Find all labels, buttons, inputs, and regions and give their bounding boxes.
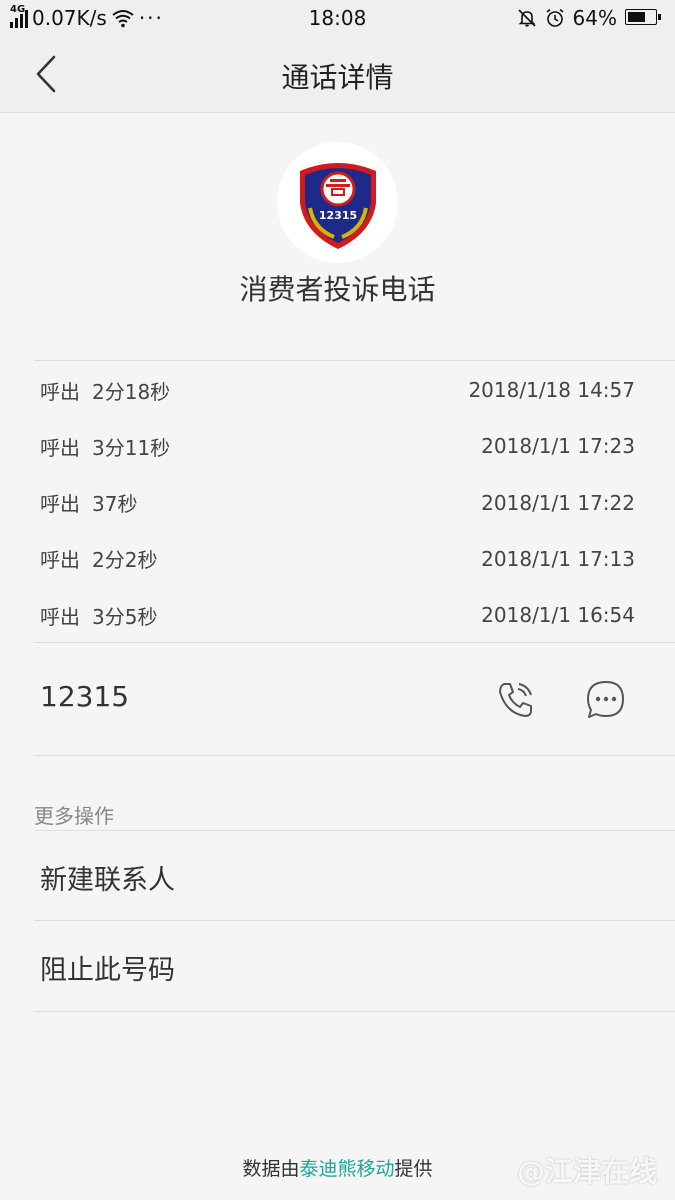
- page-title: 通话详情: [281, 61, 394, 94]
- provider-link[interactable]: 泰迪熊移动: [299, 1158, 394, 1180]
- call-info: 呼出 3分5秒: [40, 601, 157, 630]
- divider: [34, 830, 675, 831]
- call-duration: 3分11秒: [92, 435, 171, 460]
- call-log-row: 呼出 3分11秒 2018/1/1 17:23: [40, 426, 635, 466]
- status-right: 64%: [517, 6, 663, 30]
- call-type: 呼出: [40, 492, 80, 516]
- call-duration: 37秒: [92, 492, 138, 516]
- call-info: 呼出 2分2秒: [40, 544, 157, 573]
- call-type: 呼出: [40, 604, 80, 629]
- phone-icon: [499, 683, 532, 717]
- call-datetime: 2018/1/18 14:57: [468, 378, 635, 402]
- message-button[interactable]: [584, 678, 628, 722]
- call-datetime: 2018/1/1 17:22: [481, 490, 635, 515]
- badge-text: 12315: [318, 209, 356, 222]
- call-duration: 3分5秒: [92, 604, 158, 629]
- call-log-row: 呼出 2分18秒 2018/1/18 14:57: [40, 370, 635, 410]
- block-number-button[interactable]: 阻止此号码: [40, 948, 175, 987]
- call-type: 呼出: [40, 379, 80, 404]
- call-type: 呼出: [40, 548, 80, 573]
- section-title-more: 更多操作: [34, 804, 114, 828]
- call-datetime: 2018/1/1 17:23: [481, 434, 635, 459]
- call-duration: 2分18秒: [92, 379, 171, 404]
- call-datetime: 2018/1/1 16:54: [481, 603, 635, 627]
- footer-prefix: 数据由: [242, 1158, 300, 1180]
- chat-bubble-icon: [587, 681, 624, 718]
- phone-number[interactable]: 12315: [40, 680, 129, 713]
- status-bar: 4G 0.07K/s ··· 18:08 64%: [0, 0, 675, 36]
- battery-icon: [625, 9, 663, 27]
- call-datetime: 2018/1/1 17:13: [481, 546, 635, 571]
- call-log-row: 呼出 3分5秒 2018/1/1 16:54: [40, 595, 635, 635]
- call-duration: 2分2秒: [92, 548, 158, 573]
- alarm-icon: [545, 8, 565, 28]
- call-type: 呼出: [40, 435, 80, 460]
- new-contact-button[interactable]: 新建联系人: [40, 858, 175, 897]
- divider: [34, 920, 675, 921]
- footer-suffix: 提供: [394, 1158, 433, 1180]
- divider: [34, 755, 675, 756]
- divider: [34, 642, 675, 643]
- consumer-badge-icon: 12315: [299, 162, 376, 249]
- call-info: 呼出 37秒: [40, 488, 137, 517]
- watermark: @江津在线: [516, 1155, 657, 1188]
- contact-name: 消费者投诉电话: [239, 273, 436, 306]
- call-button[interactable]: [494, 678, 538, 722]
- contact-avatar: 12315: [277, 142, 398, 263]
- call-info: 呼出 3分11秒: [40, 432, 170, 461]
- battery-percent: 64%: [572, 6, 617, 30]
- divider: [34, 360, 675, 361]
- call-log-row: 呼出 2分2秒 2018/1/1 17:13: [40, 539, 635, 579]
- nav-bar: 通话详情: [0, 36, 675, 113]
- divider: [34, 1011, 675, 1012]
- call-log-row: 呼出 37秒 2018/1/1 17:22: [40, 483, 635, 523]
- call-info: 呼出 2分18秒: [40, 376, 170, 405]
- mute-bell-icon: [517, 8, 537, 28]
